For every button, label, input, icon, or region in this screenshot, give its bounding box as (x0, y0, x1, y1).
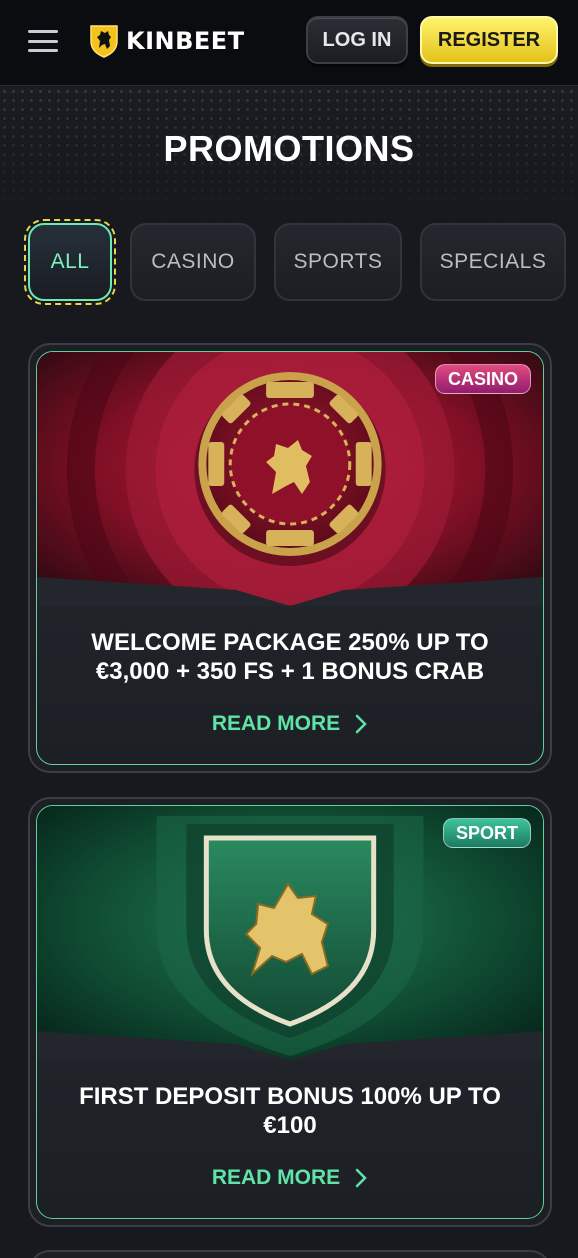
promo-card-inner: CASINO WELCOME PACKAGE 250% UP TO €3,000… (36, 351, 544, 765)
brand-name: KINBEET (126, 27, 245, 55)
top-header: KINBEET LOG IN REGISTER (0, 0, 578, 86)
tab-casino[interactable]: CASINO (130, 223, 256, 301)
brand-logo[interactable]: KINBEET (88, 22, 245, 60)
register-button[interactable]: REGISTER (420, 16, 558, 64)
tab-specials[interactable]: SPECIALS (420, 223, 566, 301)
promo-category-badge: SPORT (442, 818, 531, 848)
tab-sports[interactable]: SPORTS (274, 223, 402, 301)
hamburger-menu-icon[interactable] (28, 30, 58, 52)
chevron-right-icon (355, 1168, 367, 1188)
read-more-link[interactable]: READ MORE (37, 1166, 543, 1190)
read-more-label: READ MORE (211, 1166, 341, 1189)
promo-card-partial[interactable] (28, 1250, 552, 1258)
lion-shield-logo-icon (90, 25, 118, 58)
tab-all[interactable]: ALL (24, 219, 116, 305)
promo-title: WELCOME PACKAGE 250% UP TO €3,000 + 350 … (91, 629, 489, 685)
promo-card-inner: SPORT FIRST DEPOSIT BONUS 100% UP TO €10… (36, 805, 544, 1219)
login-button[interactable]: LOG IN (306, 16, 408, 64)
promo-card-casino[interactable]: CASINO WELCOME PACKAGE 250% UP TO €3,000… (28, 343, 552, 773)
read-more-link[interactable]: READ MORE (37, 712, 543, 736)
promo-card-sport[interactable]: SPORT FIRST DEPOSIT BONUS 100% UP TO €10… (28, 797, 552, 1227)
chevron-right-icon (355, 714, 367, 734)
read-more-label: READ MORE (211, 712, 341, 735)
promo-title: FIRST DEPOSIT BONUS 100% UP TO €100 (79, 1083, 501, 1139)
promo-category-badge: CASINO (434, 364, 531, 394)
page-title: PROMOTIONS (163, 128, 415, 169)
